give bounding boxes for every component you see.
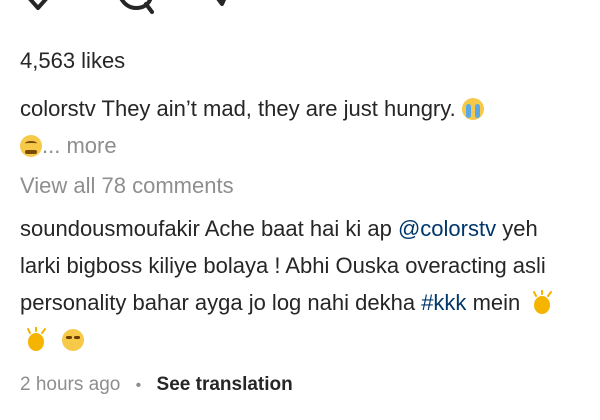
- comment-timestamp: 2 hours ago: [20, 374, 121, 395]
- clapping-hands-icon: [533, 290, 553, 314]
- share-icon[interactable]: [204, 0, 240, 18]
- comment-username[interactable]: soundousmoufakir: [20, 216, 200, 241]
- comment-hashtag[interactable]: #kkk: [421, 290, 466, 315]
- comment-icon[interactable]: [112, 0, 158, 18]
- comment-text-part1: Ache baat hai ki ap: [204, 216, 392, 241]
- post-caption: colorstv They ain’t mad, they are just h…: [20, 90, 595, 164]
- see-translation-link[interactable]: See translation: [157, 374, 293, 395]
- comment-text-part3: mein: [472, 290, 521, 315]
- face-with-steam-icon: [20, 135, 42, 157]
- comment-mention[interactable]: @colorstv: [398, 216, 496, 241]
- comment-meta: 2 hours ago • See translation: [20, 374, 293, 396]
- loudly-crying-face-icon: [461, 98, 484, 120]
- unamused-face-icon: [62, 329, 85, 351]
- heart-icon[interactable]: [18, 0, 58, 18]
- more-link[interactable]: ... more: [42, 133, 117, 158]
- caption-username[interactable]: colorstv: [20, 96, 96, 121]
- clapping-hands-icon: [27, 327, 46, 351]
- view-all-comments-link[interactable]: View all 78 comments: [20, 173, 234, 199]
- caption-text: They ain’t mad, they are just hungry.: [101, 96, 456, 121]
- separator-dot: •: [135, 377, 142, 394]
- likes-count[interactable]: 4,563 likes: [20, 48, 125, 74]
- action-bar: [18, 0, 258, 18]
- comment: soundousmoufakir Ache baat hai ki ap @co…: [20, 210, 580, 358]
